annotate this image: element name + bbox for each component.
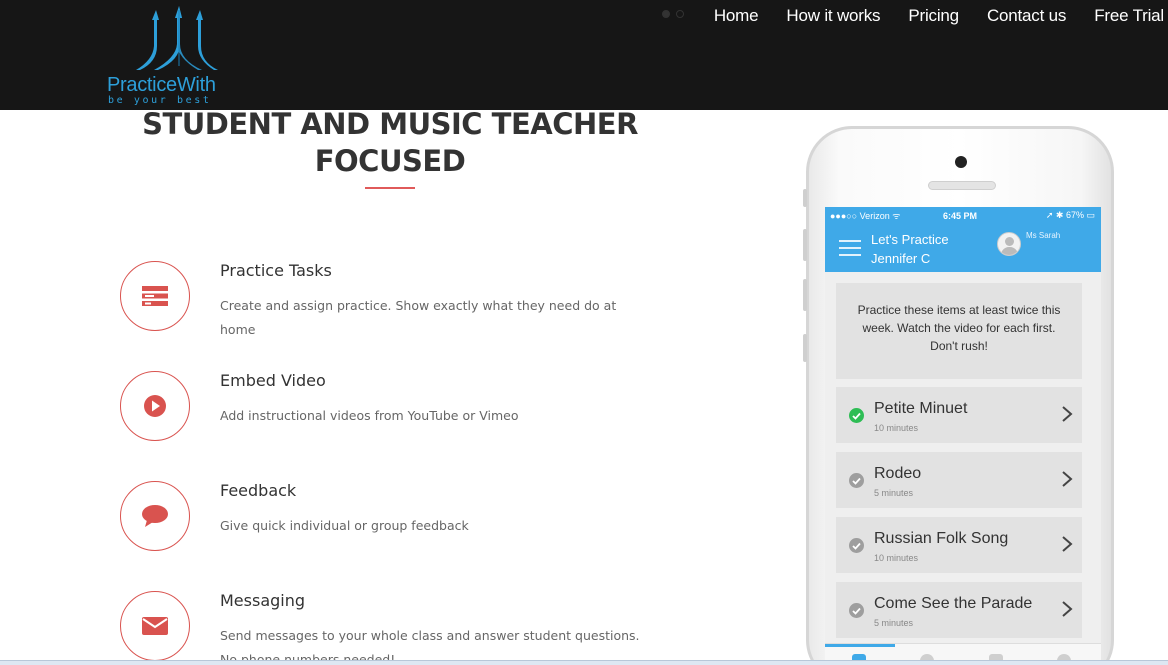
feature-description: Create and assign practice. Show exactly… (220, 298, 617, 337)
feature-icon-circle (120, 371, 190, 441)
task-duration: 10 minutes (874, 423, 919, 433)
feature-description: Add instructional videos from YouTube or… (220, 408, 519, 423)
phone-volume-down (803, 279, 807, 311)
task-duration: 5 minutes (874, 488, 914, 498)
task-item[interactable]: Come See the Parade 5 minutes (836, 582, 1082, 638)
task-duration: 10 minutes (874, 553, 919, 563)
feature-feedback: Feedback Give quick individual or group … (120, 481, 700, 581)
nav-contact-us[interactable]: Contact us (987, 6, 1066, 26)
play-icon (144, 395, 166, 417)
task-item[interactable]: Petite Minuet 10 minutes (836, 387, 1082, 443)
nav-how-it-works[interactable]: How it works (786, 6, 880, 26)
chevron-right-icon (1062, 406, 1073, 422)
nav-free-trial[interactable]: Free Trial (1094, 6, 1164, 26)
phone-volume-up (803, 229, 807, 261)
feature-title: Embed Video (220, 371, 326, 390)
feature-embed-video: Embed Video Add instructional videos fro… (120, 371, 700, 471)
logo-rocket-icon (136, 6, 218, 70)
app-title-line2: Jennifer C (871, 251, 931, 266)
status-time: 6:45 PM (943, 210, 978, 221)
feature-icon-circle (120, 591, 190, 661)
envelope-icon (142, 617, 168, 635)
task-name: Russian Folk Song (874, 530, 1009, 547)
taskbar-edge (0, 660, 1168, 665)
site-header: PracticeWith be your best Home How it wo… (0, 0, 1168, 110)
feature-title: Feedback (220, 481, 297, 500)
task-name: Rodeo (874, 465, 922, 482)
practice-note: Practice these items at least twice this… (836, 283, 1082, 379)
check-icon (849, 603, 864, 618)
app-header: Let's Practice Jennifer C Ms Sarah (825, 224, 1101, 272)
app-title: Let's Practice Jennifer C (871, 230, 949, 268)
section-title: STUDENT AND MUSIC TEACHER FOCUSED (110, 106, 670, 180)
logo-tagline: be your best (108, 95, 212, 106)
status-battery: ➚ ✱ 67% ▭ (1045, 210, 1095, 220)
feature-icon-circle (120, 481, 190, 551)
nav-pricing[interactable]: Pricing (908, 6, 959, 26)
feature-title: Messaging (220, 591, 306, 610)
chevron-right-icon (1062, 536, 1073, 552)
section-title-line2: FOCUSED (314, 144, 466, 178)
task-duration: 5 minutes (874, 618, 914, 628)
check-icon (849, 408, 864, 423)
logo-name: PracticeWith (107, 74, 216, 96)
phone-speaker (928, 181, 996, 190)
comment-icon (142, 505, 168, 527)
slider-dot[interactable] (662, 10, 670, 18)
feature-practice-tasks: Practice Tasks Create and assign practic… (120, 261, 700, 361)
section-title-line1: STUDENT AND MUSIC TEACHER (142, 107, 638, 141)
task-name: Come See the Parade (874, 595, 1033, 612)
phone-side-button (803, 334, 807, 362)
tab-indicator (825, 644, 895, 647)
app-title-line1: Let's Practice (871, 232, 949, 247)
title-divider (365, 187, 415, 189)
check-icon (849, 473, 864, 488)
task-name: Petite Minuet (874, 400, 968, 417)
slider-dots (662, 5, 690, 23)
teacher-name: Ms Sarah (1026, 231, 1061, 240)
phone-mute-switch (803, 189, 807, 207)
chevron-right-icon (1062, 601, 1073, 617)
task-item[interactable]: Rodeo 5 minutes (836, 452, 1082, 508)
feature-icon-circle (120, 261, 190, 331)
logo[interactable]: PracticeWith be your best (104, 6, 234, 106)
main-nav: Home How it works Pricing Contact us Fre… (714, 6, 1164, 26)
check-icon (849, 538, 864, 553)
feature-messaging: Messaging Send messages to your whole cl… (120, 591, 700, 665)
phone-mockup: ●●●○○ Verizon ᯤ 6:45 PM ➚ ✱ 67% ▭ Let's … (803, 126, 1114, 665)
phone-camera (955, 156, 967, 168)
tasks-icon (142, 286, 168, 306)
feature-title: Practice Tasks (220, 261, 332, 280)
slider-dot[interactable] (676, 10, 684, 18)
menu-icon[interactable] (839, 240, 861, 256)
status-bar: ●●●○○ Verizon ᯤ 6:45 PM ➚ ✱ 67% ▭ (825, 207, 1101, 224)
feature-description: Give quick individual or group feedback (220, 518, 469, 533)
status-carrier: ●●●○○ Verizon ᯤ (830, 211, 901, 221)
chevron-right-icon (1062, 471, 1073, 487)
nav-home[interactable]: Home (714, 6, 759, 26)
task-item[interactable]: Russian Folk Song 10 minutes (836, 517, 1082, 573)
feature-description: Send messages to your whole class and an… (220, 628, 640, 665)
phone-screen: ●●●○○ Verizon ᯤ 6:45 PM ➚ ✱ 67% ▭ Let's … (825, 207, 1101, 665)
avatar[interactable] (997, 232, 1021, 256)
